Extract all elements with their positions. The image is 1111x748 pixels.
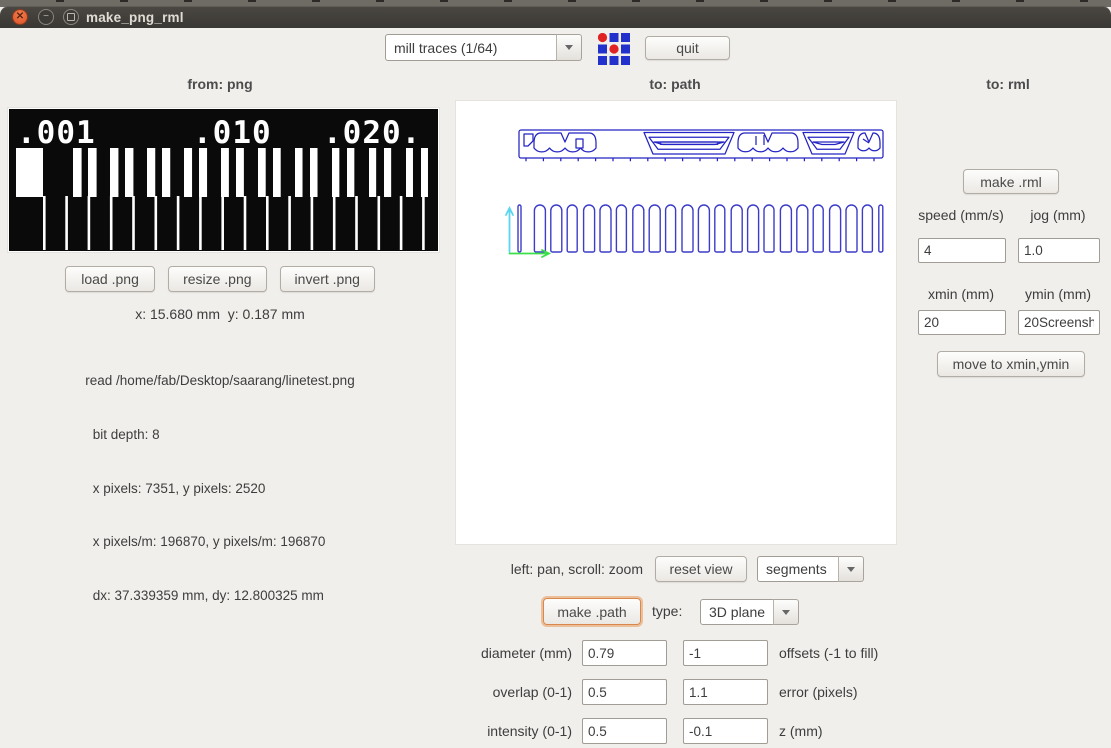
load-png-button[interactable]: load .png <box>65 266 156 292</box>
xmin-label: xmin (mm) <box>927 286 995 302</box>
toolpath-contours <box>518 129 884 162</box>
pan-zoom-hint: left: pan, scroll: zoom <box>510 561 643 577</box>
z-input[interactable] <box>683 718 768 744</box>
rml-column-header: to: rml <box>986 76 1030 92</box>
type-combobox-value[interactable]: 3D plane <box>700 599 774 625</box>
view-mode-value[interactable]: segments <box>757 556 839 582</box>
png-label-010: .010 <box>193 115 272 151</box>
png-preview-canvas[interactable]: .001 .010 .020. <box>7 107 440 253</box>
jog-label: jog (mm) <box>1030 207 1086 223</box>
make-path-button[interactable]: make .path <box>543 598 641 625</box>
origin-axis-icon <box>505 205 552 258</box>
window-title: make_png_rml <box>86 10 184 25</box>
cursor-position-readout: x: 15.680 mm y: 0.187 mm <box>135 306 305 322</box>
view-mode-combobox[interactable]: segments <box>757 556 864 582</box>
maximize-button[interactable] <box>63 9 79 25</box>
type-combobox[interactable]: 3D plane <box>700 599 799 625</box>
minimize-icon: − <box>43 11 49 22</box>
offsets-input[interactable] <box>683 640 768 666</box>
dropdown-arrow-icon <box>782 609 790 615</box>
close-icon: ✕ <box>15 11 25 22</box>
ymin-label: ymin (mm) <box>1024 286 1092 302</box>
make-rml-button[interactable]: make .rml <box>963 169 1059 194</box>
dropdown-arrow-icon <box>847 566 855 572</box>
jog-input[interactable] <box>1018 238 1100 263</box>
path-preview-canvas[interactable] <box>455 100 897 545</box>
process-combobox[interactable]: mill traces (1/64) <box>385 34 582 61</box>
error-input[interactable] <box>683 679 768 705</box>
z-label: z (mm) <box>779 723 823 739</box>
app-window: ✕ − make_png_rml mill traces (1/64) quit… <box>0 0 1111 748</box>
close-button[interactable]: ✕ <box>12 9 28 25</box>
quit-button[interactable]: quit <box>645 36 730 60</box>
png-label-020: .020. <box>323 115 421 151</box>
png-info-line: bit depth: 8 <box>85 426 160 442</box>
move-to-xmin-ymin-button[interactable]: move to xmin,ymin <box>937 351 1085 377</box>
png-label-001: .001 <box>17 115 96 151</box>
resize-png-button[interactable]: resize .png <box>168 266 267 292</box>
reset-view-button[interactable]: reset view <box>655 556 747 582</box>
xmin-input[interactable] <box>918 310 1006 335</box>
type-combobox-arrow[interactable] <box>773 599 799 625</box>
speed-label: speed (mm/s) <box>918 207 1004 223</box>
diameter-label: diameter (mm) <box>480 645 572 661</box>
ymin-input[interactable] <box>1018 310 1100 335</box>
path-column-header: to: path <box>649 76 701 92</box>
intensity-input[interactable] <box>582 718 667 744</box>
type-label: type: <box>652 603 683 619</box>
invert-png-button[interactable]: invert .png <box>279 266 375 292</box>
speed-input[interactable] <box>918 238 1006 263</box>
png-info-line: dx: 37.339359 mm, dy: 12.800325 mm <box>85 588 324 604</box>
png-info-line: read /home/fab/Desktop/saarang/linetest.… <box>85 372 355 388</box>
maximize-icon <box>67 13 75 21</box>
fab-modules-logo-icon <box>598 33 630 65</box>
overlap-label: overlap (0-1) <box>492 684 572 700</box>
png-info-line: x pixels/m: 196870, y pixels/m: 196870 <box>85 534 326 550</box>
dropdown-arrow-icon <box>565 45 573 50</box>
intensity-label: intensity (0-1) <box>487 723 572 739</box>
titlebar[interactable]: ✕ − make_png_rml <box>0 6 1111 28</box>
diameter-input[interactable] <box>582 640 667 666</box>
offsets-label: offsets (-1 to fill) <box>779 645 879 661</box>
toolpath-slots <box>517 204 884 253</box>
process-combobox-arrow[interactable] <box>556 34 582 61</box>
png-info: read /home/fab/Desktop/saarang/linetest.… <box>0 336 440 641</box>
process-combobox-value[interactable]: mill traces (1/64) <box>385 34 557 61</box>
error-label: error (pixels) <box>779 684 858 700</box>
png-column-header: from: png <box>187 76 253 92</box>
minimize-button[interactable]: − <box>38 9 54 25</box>
overlap-input[interactable] <box>582 679 667 705</box>
png-info-line: x pixels: 7351, y pixels: 2520 <box>85 480 266 496</box>
view-mode-combobox-arrow[interactable] <box>838 556 864 582</box>
